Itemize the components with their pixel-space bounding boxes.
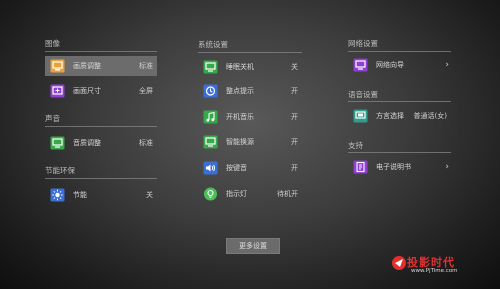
- menu-item-value: 开: [291, 164, 298, 172]
- section-divider: [45, 51, 157, 52]
- section-divider: [45, 178, 157, 179]
- section-title-picture: 图像: [45, 39, 60, 48]
- screen-size-icon: [50, 84, 65, 98]
- menu-item-hourly-reminder[interactable]: 整点提示 开: [198, 81, 302, 101]
- menu-item-network-wizard[interactable]: 网络向导 ›: [348, 55, 451, 75]
- dialect-icon: [353, 109, 368, 123]
- menu-item-smart-source[interactable]: 智能换源 开: [198, 132, 302, 152]
- menu-item-label: 画质调整: [73, 62, 101, 70]
- section-title-eco: 节能环保: [45, 166, 75, 175]
- menu-item-value: 标准: [139, 139, 153, 147]
- menu-item-e-manual[interactable]: 电子说明书 ›: [348, 157, 451, 177]
- menu-item-sleep-shutdown[interactable]: 睡眠关机 关: [198, 57, 302, 77]
- menu-item-label: 智能换源: [226, 138, 254, 146]
- section-divider: [348, 101, 451, 102]
- boot-music-icon: [203, 110, 218, 124]
- menu-item-label: 电子说明书: [376, 163, 411, 171]
- menu-item-value: 全屏: [139, 87, 153, 95]
- menu-item-label: 网络向导: [376, 61, 404, 69]
- section-title-network: 网络设置: [348, 39, 378, 48]
- indicator-light-icon: [203, 187, 218, 201]
- menu-item-value: 开: [291, 87, 298, 95]
- menu-item-label: 节能: [73, 191, 87, 199]
- chevron-right-icon: ›: [445, 60, 449, 70]
- menu-item-value: 标准: [139, 62, 153, 70]
- menu-item-label: 画面尺寸: [73, 87, 101, 95]
- menu-item-label: 按键音: [226, 164, 247, 172]
- sound-quality-icon: [50, 136, 65, 150]
- hourly-reminder-icon: [203, 84, 218, 98]
- section-title-sound: 声音: [45, 114, 60, 123]
- menu-item-screen-size[interactable]: 画面尺寸 全屏: [45, 81, 157, 101]
- key-sound-icon: [203, 161, 218, 175]
- more-settings-button[interactable]: 更多设置: [226, 238, 280, 254]
- section-title-system: 系统设置: [198, 40, 228, 49]
- section-divider: [45, 126, 157, 127]
- menu-item-value: 关: [146, 191, 153, 199]
- picture-adjust-icon: [50, 59, 65, 73]
- menu-item-label: 开机音乐: [226, 113, 254, 121]
- menu-item-key-sound[interactable]: 按键音 开: [198, 158, 302, 178]
- pjtime-logo-icon: [392, 256, 406, 270]
- energy-saving-icon: [50, 188, 65, 202]
- watermark: 投影时代 www.PjTime.com: [389, 252, 467, 278]
- menu-item-indicator-light[interactable]: 指示灯 待机开: [198, 184, 302, 204]
- e-manual-icon: [353, 160, 368, 174]
- menu-item-dialect[interactable]: 方言选择 普通话(女): [348, 106, 451, 126]
- section-divider: [348, 51, 451, 52]
- smart-source-icon: [203, 135, 218, 149]
- menu-item-label: 整点提示: [226, 87, 254, 95]
- watermark-url: www.PjTime.com: [411, 268, 458, 274]
- section-divider: [348, 152, 451, 153]
- menu-item-boot-music[interactable]: 开机音乐 开: [198, 107, 302, 127]
- menu-item-label: 睡眠关机: [226, 63, 254, 71]
- menu-item-value: 普通话(女): [413, 112, 447, 120]
- menu-item-value: 开: [291, 113, 298, 121]
- section-divider: [198, 52, 302, 53]
- menu-item-value: 待机开: [277, 190, 298, 198]
- menu-item-value: 开: [291, 138, 298, 146]
- sleep-shutdown-icon: [203, 60, 218, 74]
- menu-item-label: 方言选择: [376, 112, 404, 120]
- menu-item-label: 音质调整: [73, 139, 101, 147]
- network-wizard-icon: [353, 58, 368, 72]
- menu-item-value: 关: [291, 63, 298, 71]
- menu-item-label: 指示灯: [226, 190, 247, 198]
- chevron-right-icon: ›: [445, 162, 449, 172]
- menu-item-energy-saving[interactable]: 节能 关: [45, 185, 157, 205]
- menu-item-picture-adjust[interactable]: 画质调整 标准: [45, 56, 157, 76]
- menu-item-sound-quality[interactable]: 音质调整 标准: [45, 133, 157, 153]
